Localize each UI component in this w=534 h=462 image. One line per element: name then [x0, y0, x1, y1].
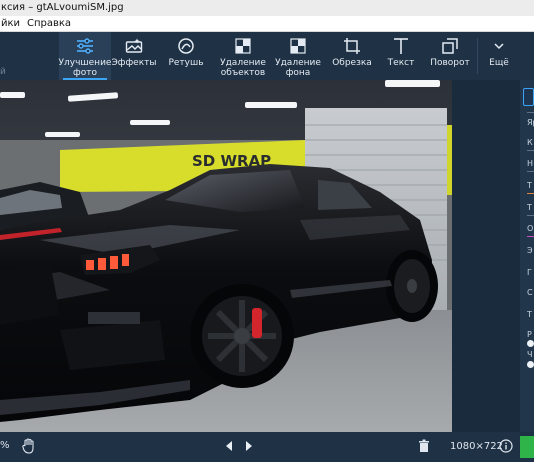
app-window: ксия – gtALvoumiSM.jpg йки Справка й Улу…	[0, 0, 534, 462]
tool-rotate[interactable]: Поворот	[428, 32, 472, 80]
tool-label: Обрезка	[332, 58, 372, 68]
tool-remove-background[interactable]: Удаление фона	[274, 32, 322, 80]
adjust-label: Г	[527, 268, 532, 277]
divider	[527, 112, 534, 113]
slider-track[interactable]	[527, 215, 534, 216]
adjust-label: К	[527, 138, 533, 147]
previous-image-icon[interactable]	[224, 440, 234, 455]
tool-remove-objects[interactable]: Удаление объектов	[216, 32, 270, 80]
canvas-area[interactable]: SD WRAP	[0, 80, 454, 432]
tool-label: Ещё	[489, 58, 509, 68]
adjust-label: Т	[527, 181, 532, 190]
photo-preview[interactable]: SD WRAP	[0, 80, 452, 432]
tool-label: Удаление фона	[275, 58, 321, 78]
zoom-level[interactable]: %	[0, 440, 10, 451]
slider-track[interactable]	[527, 171, 534, 172]
adjust-label: Т	[527, 310, 532, 319]
adjust-label: Р	[527, 330, 532, 339]
info-icon[interactable]	[499, 439, 513, 456]
adjust-label: Н	[527, 159, 534, 168]
properties-panel	[454, 80, 520, 432]
auto-enhance-toggle[interactable]	[523, 88, 534, 106]
adjustments-sidebar	[520, 80, 534, 432]
tool-crop[interactable]: Обрезка	[331, 32, 373, 80]
trash-icon[interactable]	[418, 439, 430, 456]
toolbar: й Улучшение фото Эффекты Ретушь Удаление…	[0, 32, 534, 80]
tool-label: Поворот	[430, 58, 470, 68]
slider-handle[interactable]	[527, 340, 534, 347]
adjust-label: Т	[527, 203, 532, 212]
toolbar-left-label: й	[0, 67, 6, 77]
adjust-label: Ч	[527, 350, 533, 359]
tool-text[interactable]: Текст	[382, 32, 420, 80]
slider-track[interactable]	[527, 150, 534, 151]
menu-item-settings[interactable]: йки	[1, 16, 20, 32]
slider-track[interactable]	[527, 236, 534, 237]
chevron-down-icon	[493, 36, 505, 56]
adjust-label: Э	[527, 246, 533, 255]
adjust-label: Яр	[527, 118, 534, 127]
rotate-icon	[441, 36, 459, 56]
tool-enhance-photo[interactable]: Улучшение фото	[59, 32, 111, 80]
car-photo: SD WRAP	[0, 80, 452, 432]
save-button[interactable]	[520, 436, 534, 458]
crop-icon	[343, 36, 361, 56]
effects-icon	[125, 36, 143, 56]
retouch-icon	[177, 36, 195, 56]
window-title: ксия – gtALvoumiSM.jpg	[0, 0, 534, 16]
hand-tool-icon[interactable]	[22, 438, 36, 457]
toolbar-divider	[477, 38, 478, 74]
adjust-label: О	[527, 224, 534, 233]
text-icon	[392, 36, 410, 56]
remove-objects-icon	[234, 36, 252, 56]
tool-effects[interactable]: Эффекты	[111, 32, 157, 80]
adjust-label: С	[527, 288, 533, 297]
slider-handle[interactable]	[527, 361, 534, 368]
tool-label: Ретушь	[168, 58, 204, 68]
sliders-icon	[76, 36, 94, 56]
slider-track[interactable]	[527, 193, 534, 194]
tool-retouch[interactable]: Ретушь	[160, 32, 212, 80]
tool-label: Удаление объектов	[220, 58, 266, 78]
tool-more[interactable]: Ещё	[482, 32, 516, 80]
next-image-icon[interactable]	[244, 440, 254, 455]
tool-label: Улучшение фото	[58, 58, 112, 78]
tool-label: Текст	[387, 58, 415, 68]
menu-bar: йки Справка	[0, 16, 534, 32]
status-bar: % 1080×722	[0, 432, 534, 462]
tool-label: Эффекты	[111, 58, 157, 68]
remove-background-icon	[289, 36, 307, 56]
menu-item-help[interactable]: Справка	[27, 16, 71, 32]
image-dimensions: 1080×722	[450, 441, 503, 452]
